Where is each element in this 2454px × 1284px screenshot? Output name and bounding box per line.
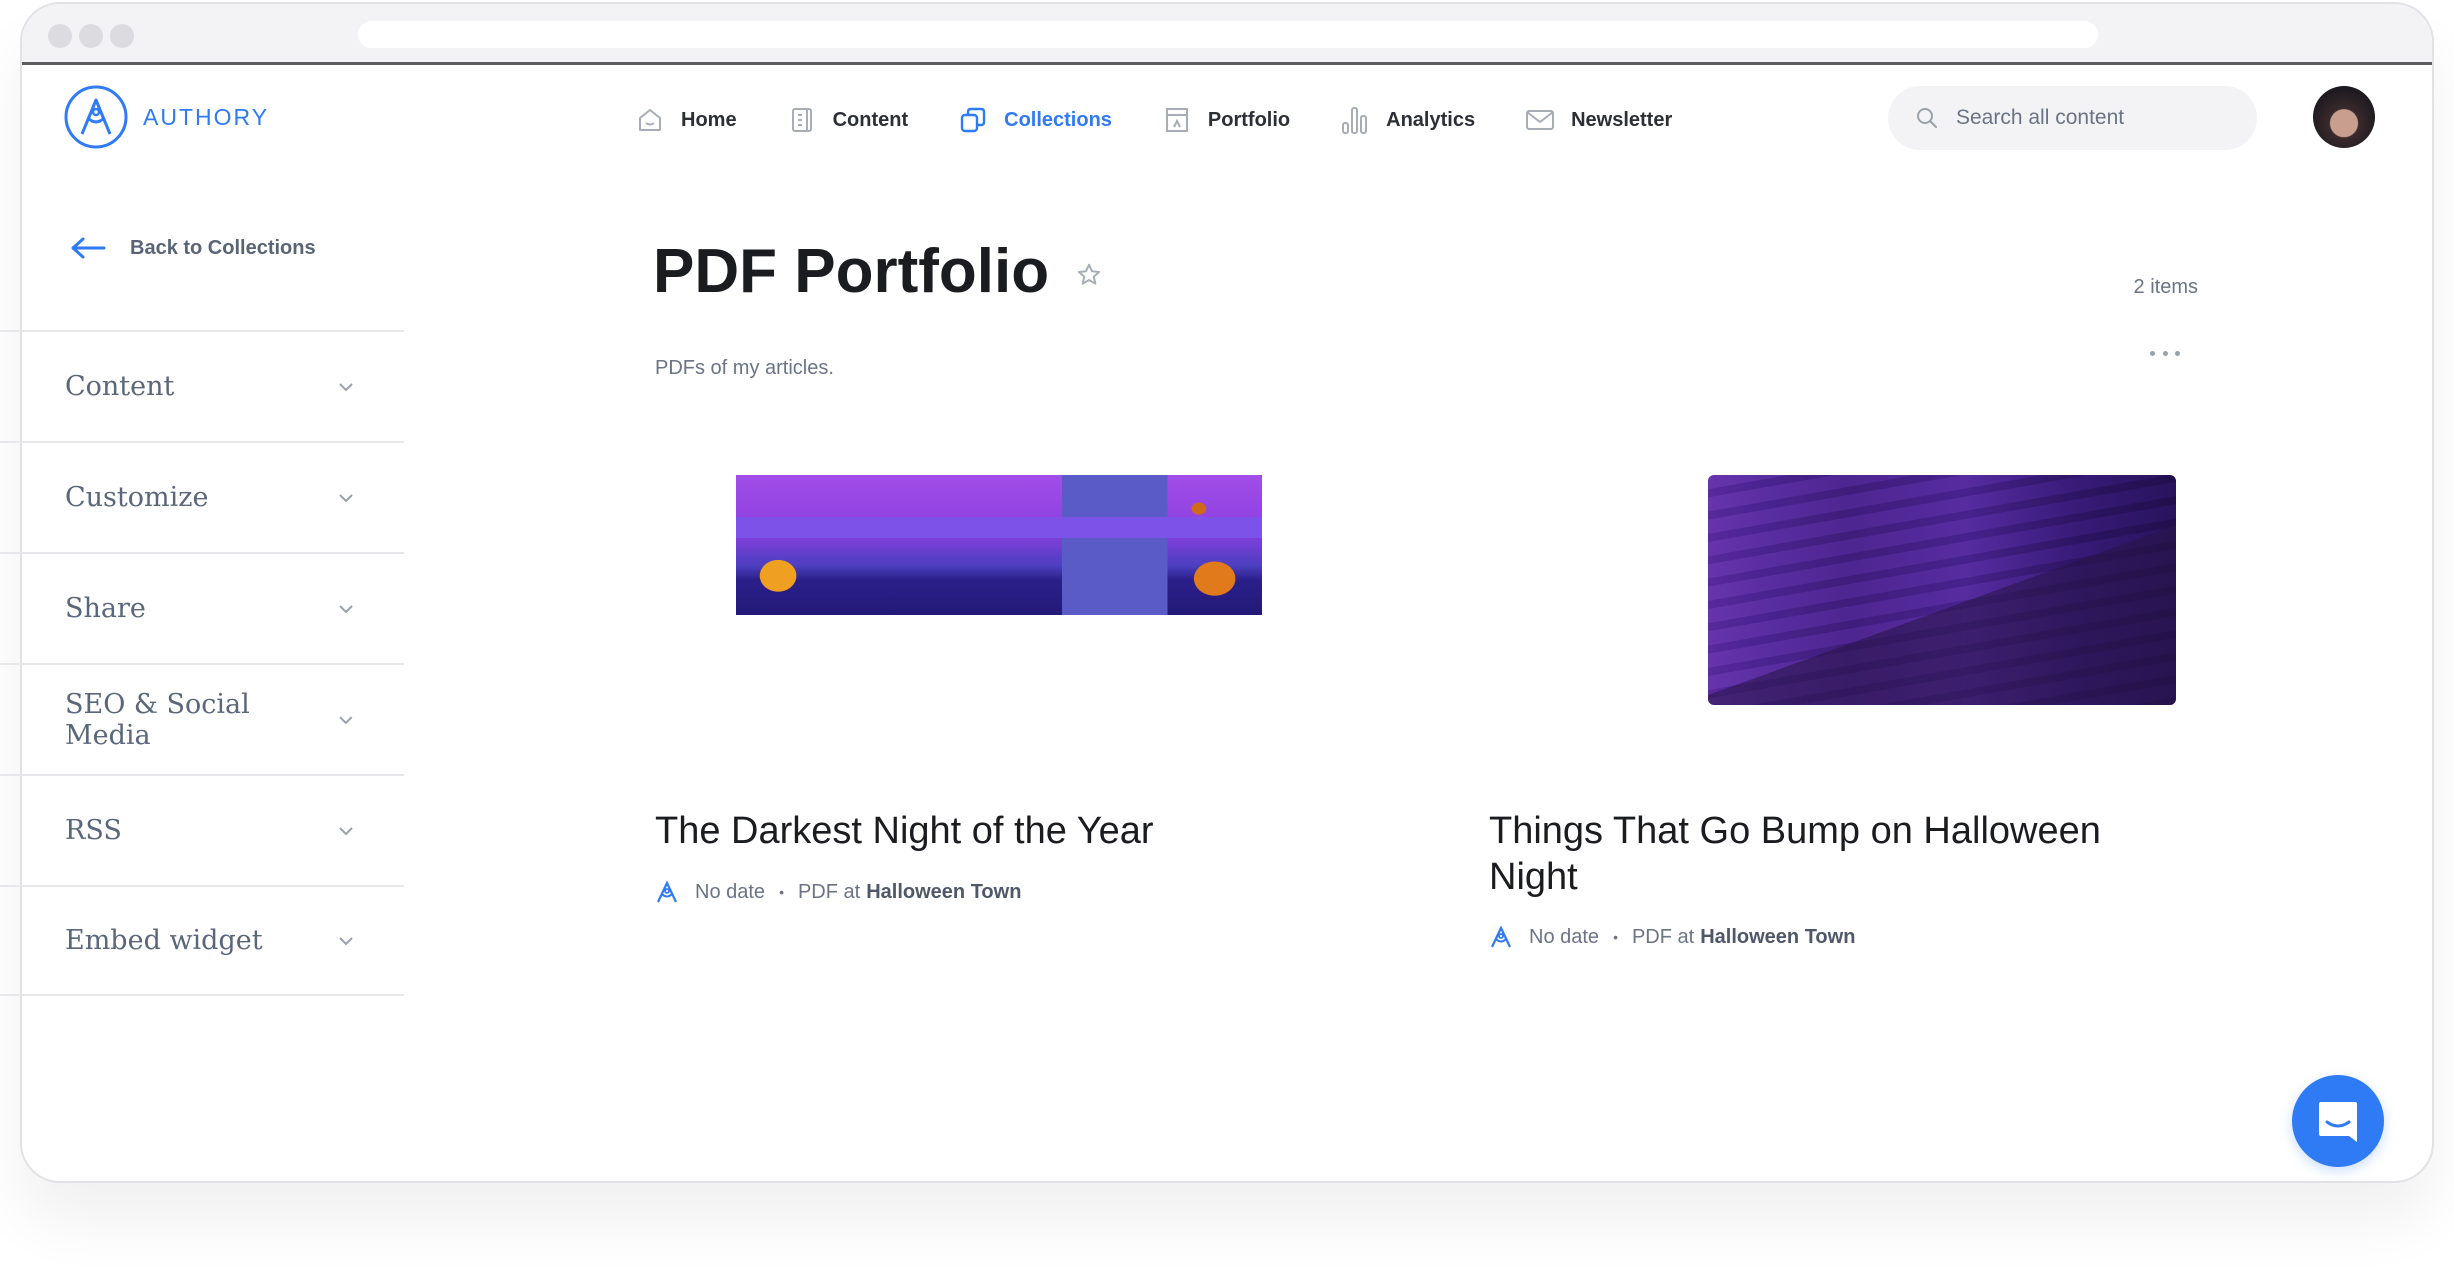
authory-a-icon [657,880,677,903]
chevron-down-icon [339,493,353,502]
chat-bubble-icon [2319,1102,2357,1142]
brand-name: AUTHORY [143,103,270,130]
search-input[interactable] [1956,106,2216,130]
nav-home-label: Home [681,108,737,131]
sidebar-item-label: RSS [65,815,122,846]
sidebar-item-customize[interactable]: Customize [0,441,404,552]
search-box[interactable] [1888,86,2257,150]
chat-support-button[interactable] [2292,1075,2384,1167]
main-nav: Home Content Collections Portfolio Analy… [635,100,1722,140]
nav-analytics-label: Analytics [1386,108,1476,131]
dot [2175,350,2180,356]
chevron-down-icon [339,715,353,724]
window-maximize-dot[interactable] [110,24,134,48]
user-avatar[interactable] [2313,86,2375,148]
nav-newsletter[interactable]: Newsletter [1525,105,1672,135]
sidebar-item-label: SEO & Social Media [65,688,250,751]
card-date: No date [695,880,766,903]
document-icon [787,105,817,135]
back-label: Back to Collections [130,236,316,259]
more-options-button[interactable] [2150,343,2180,363]
collection-description: PDFs of my articles. [655,357,834,379]
chevron-down-icon [339,936,353,945]
sidebar-item-rss[interactable]: RSS [0,774,404,885]
sidebar-item-label: Customize [65,482,209,513]
card-title[interactable]: Things That Go Bump on Halloween Night [1489,808,2189,900]
authory-logo[interactable]: AUTHORY [63,84,269,150]
sidebar-item-embed-widget[interactable]: Embed widget [0,885,404,996]
favorite-star-icon[interactable] [1076,262,1102,293]
card-type: PDF at [1631,925,1695,948]
window-close-dot[interactable] [48,24,72,48]
nav-collections[interactable]: Collections [958,105,1112,135]
portfolio-icon [1162,105,1192,135]
nav-newsletter-label: Newsletter [1571,108,1673,131]
chevron-down-icon [339,826,353,835]
search-icon [1917,108,1937,128]
dot [2162,350,2168,356]
settings-sidebar: Content Customize Share SEO & Social Med… [0,330,404,996]
card-source[interactable]: Halloween Town [866,881,1021,904]
chevron-down-icon [339,382,353,391]
card-thumbnail-spooky-stairs[interactable] [1708,475,2176,705]
arrow-left-icon [71,237,106,259]
sidebar-item-label: Embed widget [65,925,263,956]
sidebar-item-content[interactable]: Content [0,330,404,441]
card-meta: No date • PDF at Halloween Town [1489,925,1855,949]
card-type: PDF at [797,880,861,903]
back-to-collections-link[interactable]: Back to Collections [70,236,316,260]
page-title: PDF Portfolio [653,237,1050,306]
nav-content-label: Content [832,108,909,131]
sidebar-item-share[interactable]: Share [0,552,404,663]
card-meta: No date • PDF at Halloween Town [655,880,1021,904]
browser-chrome [22,4,2432,65]
nav-content[interactable]: Content [787,105,909,135]
nav-portfolio-label: Portfolio [1207,108,1291,131]
chevron-down-icon [339,604,353,613]
dot [2150,350,2155,356]
mail-icon [1525,105,1555,135]
card-date: No date [1529,925,1600,948]
authory-a-icon [1491,925,1511,948]
item-count: 2 items [2133,276,2198,298]
home-icon [635,105,665,135]
card-title[interactable]: The Darkest Night of the Year [655,808,1355,854]
meta-separator: • [779,884,784,900]
bar-chart-icon [1340,105,1370,135]
sidebar-item-seo[interactable]: SEO & Social Media [0,663,404,774]
nav-home[interactable]: Home [635,105,737,135]
sidebar-item-label: Content [65,371,175,402]
collections-icon [958,105,988,135]
nav-analytics[interactable]: Analytics [1340,105,1475,135]
nav-collections-label: Collections [1004,108,1112,131]
card-source[interactable]: Halloween Town [1700,926,1855,949]
window-minimize-dot[interactable] [79,24,103,48]
nav-portfolio[interactable]: Portfolio [1162,105,1290,135]
sidebar-item-label: Share [65,593,146,624]
card-thumbnail-halloween-graveyard[interactable] [736,475,1262,615]
meta-separator: • [1613,929,1618,945]
address-bar[interactable] [358,21,2098,48]
authory-logo-icon [64,85,128,149]
